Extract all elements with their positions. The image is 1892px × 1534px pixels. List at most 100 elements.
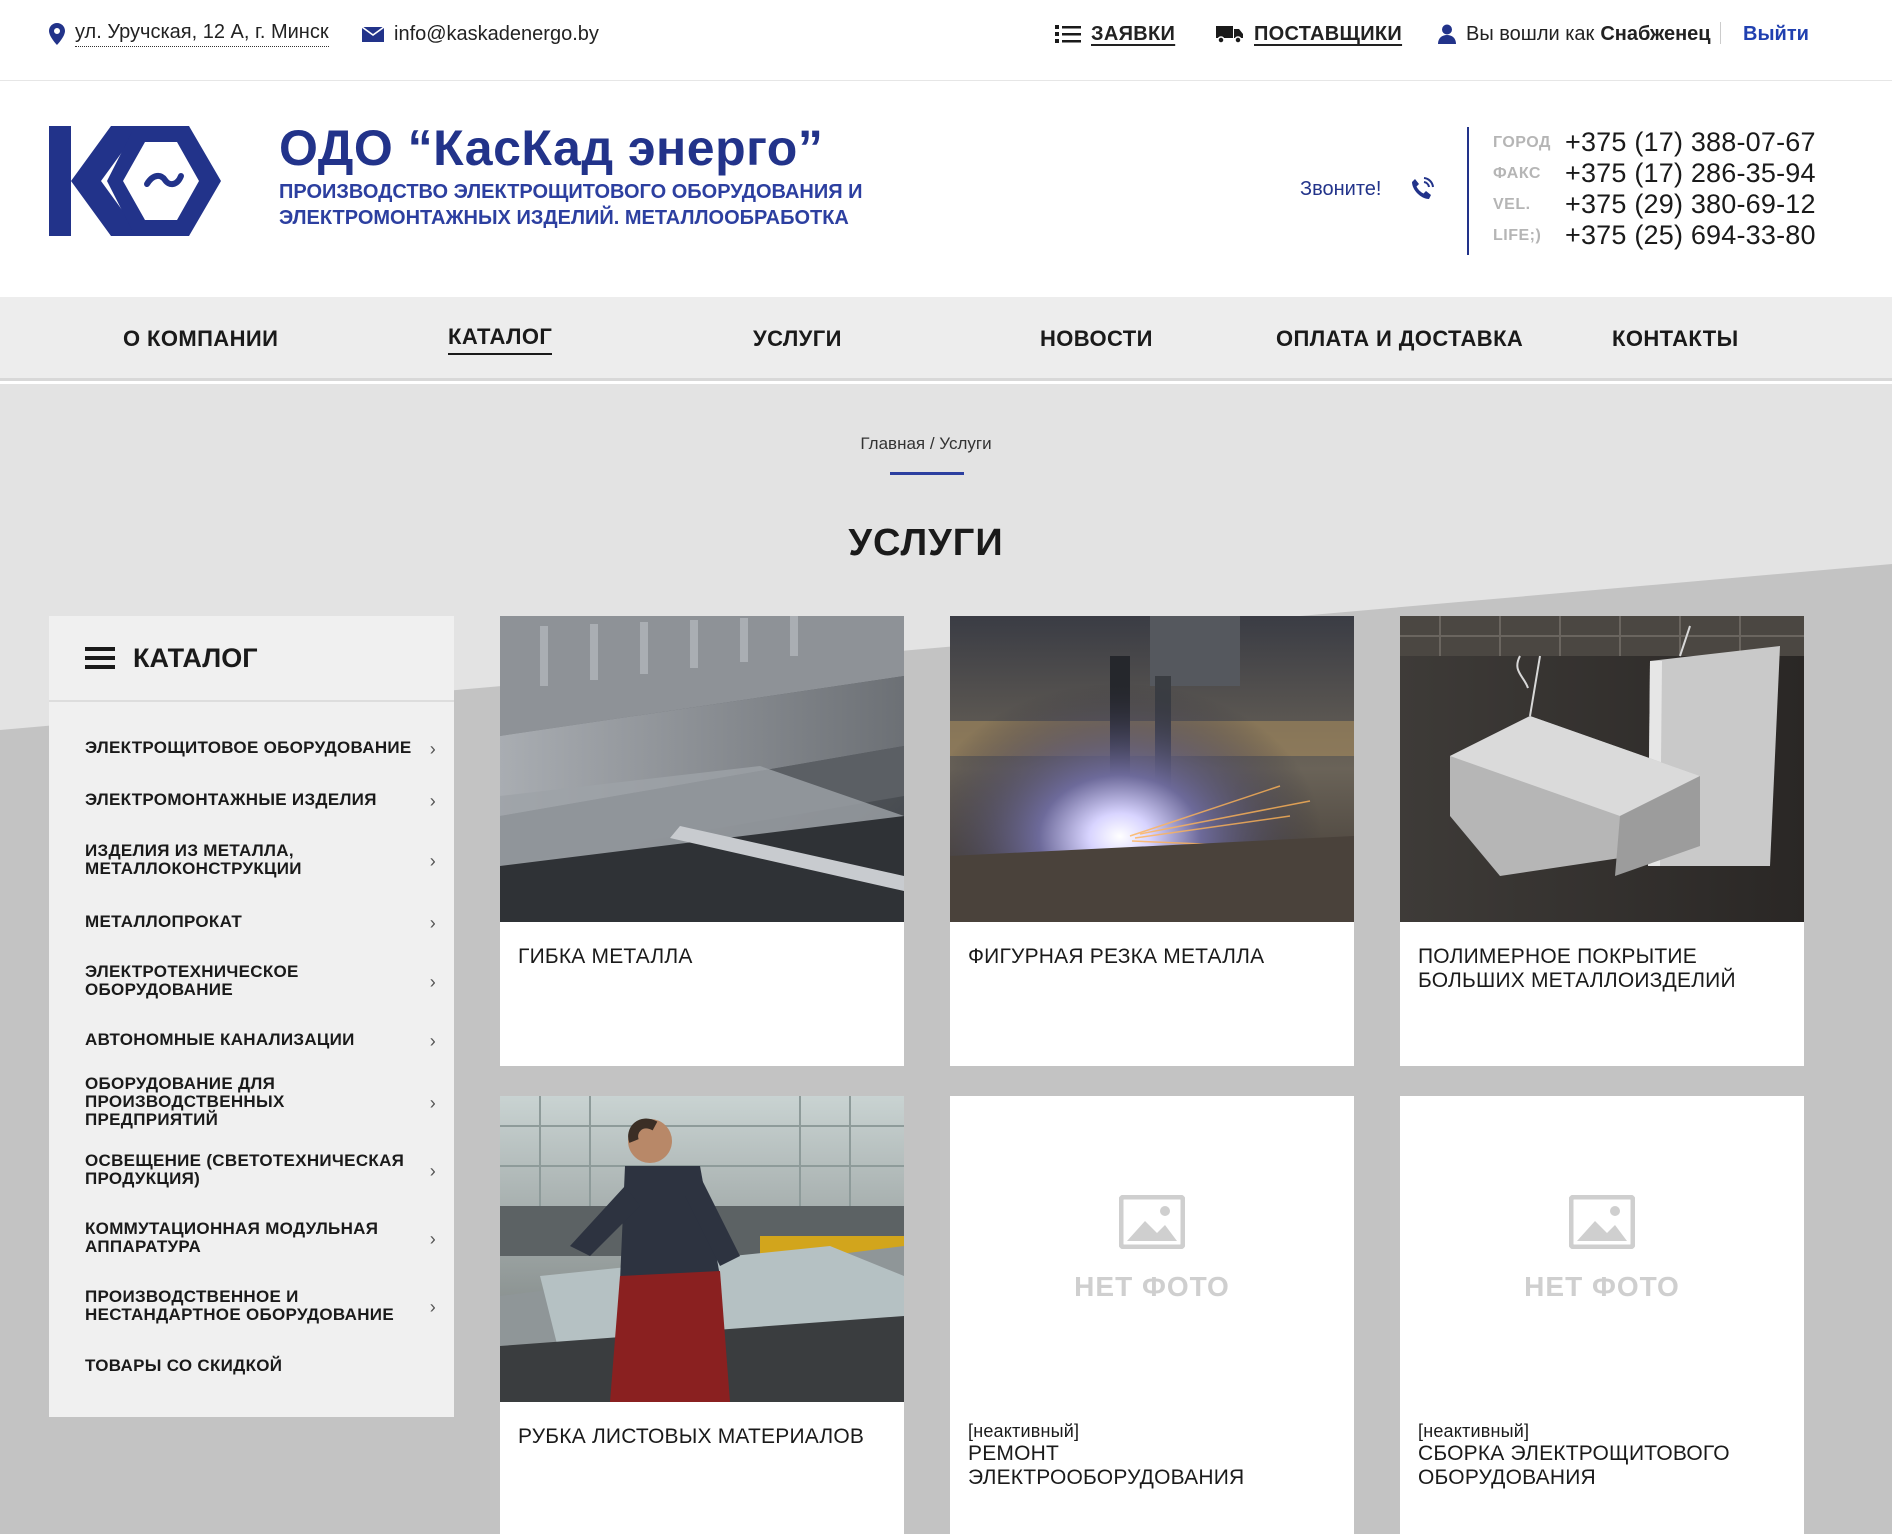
content-area: Главная / Услуги УСЛУГИ КАТАЛОГ ЭЛЕКТРОЩ…	[0, 384, 1892, 1534]
service-title: ФИГУРНАЯ РЕЗКА МЕТАЛЛА	[968, 945, 1265, 968]
suppliers-label: ПОСТАВЩИКИ	[1254, 22, 1403, 45]
service-card[interactable]: НЕТ ФОТО [неактивный] РЕМОНТ ЭЛЕКТРООБОР…	[950, 1096, 1354, 1534]
phone-number[interactable]: +375 (17) 388-07-67	[1565, 127, 1816, 158]
no-photo-text: НЕТ ФОТО	[1524, 1271, 1680, 1302]
nav-item-services[interactable]: УСЛУГИ	[753, 297, 842, 381]
phone-ringing-icon	[1412, 177, 1435, 199]
chevron-right-icon: ›	[429, 791, 436, 811]
suppliers-link[interactable]: ПОСТАВЩИКИ	[1216, 20, 1402, 48]
phone-number[interactable]: +375 (17) 286-35-94	[1565, 158, 1816, 189]
phone-row: VEL. +375 (29) 380-69-12	[1493, 189, 1816, 220]
service-card[interactable]: ФИГУРНАЯ РЕЗКА МЕТАЛЛА	[950, 616, 1354, 1066]
sidebar-item-label: ИЗДЕЛИЯ ИЗ МЕТАЛЛА, МЕТАЛЛОКОНСТРУКЦИИ	[85, 841, 302, 878]
chevron-right-icon: ›	[429, 851, 436, 871]
site-header: ОДО “КасКад энерго” ПРОИЗВОДСТВО ЭЛЕКТРО…	[0, 81, 1892, 297]
service-photo	[500, 616, 904, 922]
sidebar-item[interactable]: ЭЛЕКТРОЩИТОВОЕ ОБОРУДОВАНИЕ ›	[49, 722, 454, 774]
chevron-right-icon: ›	[429, 1161, 436, 1181]
service-card[interactable]: ПОЛИМЕРНОЕ ПОКРЫТИЕ БОЛЬШИХ МЕТАЛЛОИЗДЕЛ…	[1400, 616, 1804, 1066]
sidebar-item[interactable]: ОСВЕЩЕНИЕ (СВЕТОТЕХНИЧЕСКАЯ ПРОДУКЦИЯ) ›	[49, 1136, 454, 1204]
phone-row: LIFE;) +375 (25) 694-33-80	[1493, 220, 1816, 251]
page-title: УСЛУГИ	[848, 522, 1004, 564]
service-title-block: [неактивный] РЕМОНТ ЭЛЕКТРООБОРУДОВАНИЯ	[950, 1402, 1354, 1490]
chevron-right-icon: ›	[429, 913, 436, 933]
user-icon	[1438, 24, 1456, 44]
service-photo	[500, 1096, 904, 1402]
service-title: СБОРКА ЭЛЕКТРОЩИТОВОГО ОБОРУДОВАНИЯ	[1418, 1442, 1730, 1489]
sidebar-item[interactable]: МЕТАЛЛОПРОКАТ ›	[49, 894, 454, 950]
service-photo	[1400, 616, 1804, 922]
logout-button[interactable]: Выйти	[1743, 20, 1809, 48]
sidebar-item-label: ТОВАРЫ СО СКИДКОЙ	[85, 1356, 283, 1375]
sidebar-item-label: ЭЛЕКТРОМОНТАЖНЫЕ ИЗДЕЛИЯ	[85, 790, 377, 809]
sidebar-list: ЭЛЕКТРОЩИТОВОЕ ОБОРУДОВАНИЕ › ЭЛЕКТРОМОНТ…	[49, 702, 454, 1392]
sidebar-item[interactable]: ПРОИЗВОДСТВЕННОЕ И НЕСТАНДАРТНОЕ ОБОРУДО…	[49, 1272, 454, 1340]
user-info: Вы вошли как Снабженец	[1438, 20, 1711, 48]
nav-item-news[interactable]: НОВОСТИ	[1040, 297, 1153, 381]
breadcrumb[interactable]: Главная / Услуги	[0, 434, 1852, 454]
service-title: РЕМОНТ ЭЛЕКТРООБОРУДОВАНИЯ	[968, 1442, 1245, 1489]
sidebar-item[interactable]: ЭЛЕКТРОТЕХНИЧЕСКОЕ ОБОРУДОВАНИЕ ›	[49, 950, 454, 1012]
company-tagline: ПРОИЗВОДСТВО ЭЛЕКТРОЩИТОВОГО ОБОРУДОВАНИ…	[279, 181, 863, 229]
nav-item-about[interactable]: О КОМПАНИИ	[123, 297, 278, 381]
sidebar-item[interactable]: КОММУТАЦИОННАЯ МОДУЛЬНАЯ АППАРАТУРА ›	[49, 1204, 454, 1272]
nav-item-label: КАТАЛОГ	[448, 324, 553, 355]
sidebar-item[interactable]: ОБОРУДОВАНИЕ ДЛЯ ПРОИЗВОДСТВЕННЫХ ПРЕДПР…	[49, 1068, 454, 1136]
service-card[interactable]: НЕТ ФОТО [неактивный] СБОРКА ЭЛЕКТРОЩИТО…	[1400, 1096, 1804, 1534]
inactive-label: [неактивный]	[968, 1421, 1080, 1441]
service-card[interactable]: РУБКА ЛИСТОВЫХ МАТЕРИАЛОВ	[500, 1096, 904, 1534]
nav-item-label: О КОМПАНИИ	[123, 326, 279, 351]
company-logo[interactable]	[49, 126, 221, 236]
menu-icon	[85, 647, 115, 669]
sidebar-item-label: КОММУТАЦИОННАЯ МОДУЛЬНАЯ АППАРАТУРА	[85, 1219, 379, 1256]
requests-link[interactable]: ЗАЯВКИ	[1055, 20, 1175, 48]
requests-label: ЗАЯВКИ	[1091, 22, 1176, 45]
sidebar-item-label: АВТОНОМНЫЕ КАНАЛИЗАЦИИ	[85, 1030, 355, 1049]
phone-number[interactable]: +375 (29) 380-69-12	[1565, 189, 1816, 220]
sidebar-header[interactable]: КАТАЛОГ	[49, 616, 454, 702]
main-nav: О КОМПАНИИ КАТАЛОГ УСЛУГИ НОВОСТИ ОПЛАТА…	[0, 297, 1892, 381]
sidebar-item-label: МЕТАЛЛОПРОКАТ	[85, 912, 243, 931]
nav-item-label: НОВОСТИ	[1040, 326, 1153, 351]
service-card[interactable]: ГИБКА МЕТАЛЛА	[500, 616, 904, 1066]
phone-label: LIFE;)	[1493, 226, 1542, 244]
sidebar-title: КАТАЛОГ	[133, 642, 258, 673]
nav-item-payment-delivery[interactable]: ОПЛАТА И ДОСТАВКА	[1276, 297, 1523, 381]
list-icon	[1055, 25, 1081, 43]
email-link[interactable]: info@kaskadenergo.by	[362, 20, 599, 48]
image-placeholder-icon	[1119, 1195, 1185, 1249]
phone-label: VEL.	[1493, 195, 1531, 213]
service-photo-placeholder: НЕТ ФОТО	[950, 1096, 1354, 1402]
service-title: ГИБКА МЕТАЛЛА	[518, 945, 693, 968]
sidebar-item[interactable]: ТОВАРЫ СО СКИДКОЙ	[49, 1340, 454, 1392]
sidebar-item[interactable]: АВТОНОМНЫЕ КАНАЛИЗАЦИИ ›	[49, 1012, 454, 1068]
company-block: ОДО “КасКад энерго” ПРОИЗВОДСТВО ЭЛЕКТРО…	[279, 119, 899, 231]
nav-item-catalog[interactable]: КАТАЛОГ	[448, 297, 553, 381]
chevron-right-icon: ›	[429, 1297, 436, 1317]
call-prompt: Звоните!	[1300, 176, 1435, 202]
service-photo	[950, 616, 1354, 922]
email-text: info@kaskadenergo.by	[394, 22, 599, 45]
chevron-right-icon: ›	[429, 972, 436, 992]
top-bar: ул. Уручская, 12 А, г. Минск info@kaskad…	[0, 0, 1892, 81]
phone-number[interactable]: +375 (25) 694-33-80	[1565, 220, 1816, 251]
breadcrumb-underline	[890, 472, 964, 475]
service-photo-placeholder: НЕТ ФОТО	[1400, 1096, 1804, 1402]
image-placeholder-icon	[1569, 1195, 1635, 1249]
phone-list: ГОРОД +375 (17) 388-07-67 ФАКС +375 (17) 2…	[1467, 127, 1816, 255]
chevron-right-icon: ›	[429, 739, 436, 759]
address-text: ул. Уручская, 12 А, г. Минск	[75, 21, 329, 47]
inactive-label: [неактивный]	[1418, 1421, 1530, 1441]
sidebar-item[interactable]: ИЗДЕЛИЯ ИЗ МЕТАЛЛА, МЕТАЛЛОКОНСТРУКЦИИ ›	[49, 826, 454, 894]
address-link[interactable]: ул. Уручская, 12 А, г. Минск	[49, 20, 329, 48]
no-photo-block: НЕТ ФОТО	[1400, 1096, 1804, 1402]
phone-row: ГОРОД +375 (17) 388-07-67	[1493, 127, 1816, 158]
nav-item-contacts[interactable]: КОНТАКТЫ	[1612, 297, 1739, 381]
service-title-block: [неактивный] СБОРКА ЭЛЕКТРОЩИТОВОГО ОБОР…	[1400, 1402, 1804, 1490]
sidebar-item[interactable]: ЭЛЕКТРОМОНТАЖНЫЕ ИЗДЕЛИЯ ›	[49, 774, 454, 826]
truck-icon	[1216, 26, 1243, 44]
phone-label: ФАКС	[1493, 164, 1541, 182]
sidebar-item-label: ЭЛЕКТРОТЕХНИЧЕСКОЕ ОБОРУДОВАНИЕ	[85, 962, 299, 999]
nav-item-label: ОПЛАТА И ДОСТАВКА	[1276, 326, 1524, 351]
chevron-right-icon: ›	[429, 1093, 436, 1113]
